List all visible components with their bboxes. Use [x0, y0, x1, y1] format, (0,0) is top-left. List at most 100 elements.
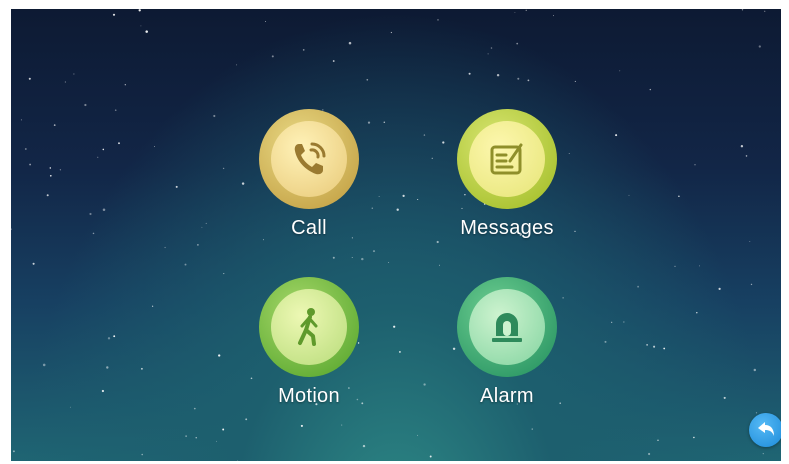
star — [615, 134, 618, 137]
star — [648, 452, 651, 456]
messages-button[interactable] — [457, 109, 557, 209]
star — [69, 406, 71, 408]
back-button[interactable] — [749, 413, 781, 447]
star — [151, 305, 154, 307]
star — [429, 455, 432, 458]
star — [124, 84, 126, 86]
star — [164, 246, 166, 249]
star — [42, 363, 46, 367]
star — [755, 412, 758, 414]
star — [102, 148, 105, 151]
motion-button[interactable] — [259, 277, 359, 377]
star — [185, 435, 187, 437]
star — [20, 119, 22, 121]
star — [574, 80, 576, 82]
star — [402, 194, 405, 198]
star — [73, 73, 75, 75]
star — [623, 321, 625, 323]
star — [619, 70, 621, 72]
star — [516, 42, 519, 45]
star — [678, 195, 680, 197]
star — [496, 73, 500, 77]
call-button[interactable] — [259, 109, 359, 209]
star — [213, 114, 216, 118]
star — [699, 265, 700, 267]
star — [517, 77, 520, 80]
star — [175, 185, 178, 188]
star — [46, 194, 49, 197]
star — [552, 15, 555, 17]
star — [762, 452, 764, 455]
walking-person-icon — [298, 308, 318, 346]
star — [611, 321, 613, 323]
star — [351, 256, 353, 258]
star — [12, 450, 15, 453]
star — [118, 142, 120, 145]
star — [758, 45, 761, 48]
star — [398, 350, 401, 353]
star — [487, 53, 489, 55]
star — [29, 163, 32, 166]
star — [24, 148, 27, 150]
star — [740, 145, 744, 148]
star — [438, 264, 441, 266]
star — [718, 287, 721, 291]
star — [300, 424, 303, 427]
star — [417, 434, 419, 436]
star — [28, 77, 31, 80]
star — [527, 79, 530, 82]
star — [646, 344, 648, 346]
star — [114, 109, 117, 112]
star — [195, 437, 197, 439]
star — [372, 250, 376, 253]
star — [32, 262, 35, 265]
star — [196, 243, 199, 246]
star — [637, 285, 639, 288]
star — [694, 164, 696, 166]
star — [388, 262, 390, 263]
star — [223, 273, 225, 275]
star — [107, 337, 111, 340]
alarm-button[interactable] — [457, 277, 557, 377]
messages-tile[interactable]: Messages — [417, 109, 597, 240]
call-tile[interactable]: Call — [219, 109, 399, 240]
star — [237, 459, 239, 461]
star — [490, 47, 493, 49]
star — [138, 9, 141, 12]
star — [271, 55, 274, 58]
star — [341, 424, 343, 426]
star — [723, 396, 726, 399]
star — [154, 145, 155, 147]
star — [193, 407, 196, 410]
motion-tile[interactable]: Motion — [219, 277, 399, 408]
star — [663, 347, 666, 350]
star — [265, 20, 267, 22]
star — [437, 19, 439, 21]
star — [106, 366, 109, 369]
star — [649, 88, 652, 91]
star — [750, 283, 753, 286]
star — [102, 208, 106, 212]
star — [741, 9, 744, 11]
star — [140, 367, 143, 370]
messages-label: Messages — [460, 217, 554, 239]
star — [112, 13, 116, 16]
star — [101, 389, 105, 393]
alarm-tile[interactable]: Alarm — [417, 277, 597, 408]
star — [362, 444, 366, 448]
star — [332, 256, 335, 259]
star — [97, 156, 99, 158]
star — [390, 31, 393, 34]
home-screen: Call Messages Motion Alarm — [11, 9, 781, 461]
star — [215, 440, 217, 442]
star — [59, 169, 62, 171]
star — [302, 49, 305, 51]
star — [674, 265, 676, 268]
star — [184, 263, 187, 266]
star — [141, 453, 143, 456]
star — [468, 72, 471, 75]
star — [657, 439, 659, 441]
star — [84, 103, 87, 107]
star — [53, 124, 56, 126]
star — [361, 257, 364, 261]
